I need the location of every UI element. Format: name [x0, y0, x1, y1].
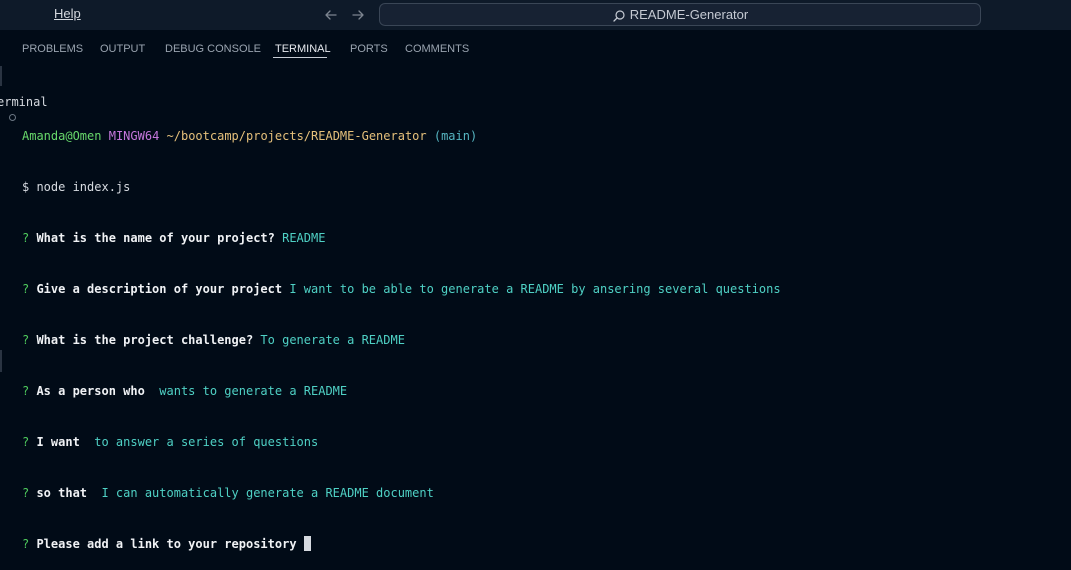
- qa-question: What is the name of your project?: [36, 231, 283, 245]
- qa-marker: ?: [22, 537, 37, 551]
- terminal-command: $ node index.js: [22, 180, 131, 194]
- terminal-output[interactable]: Amanda@Omen MINGW64 ~/bootcamp/projects/…: [22, 94, 1062, 570]
- terminal-qa-line: ? so that I can automatically generate a…: [22, 485, 1062, 502]
- qa-question: What is the project challenge?: [36, 333, 261, 347]
- qa-answer: wants to generate a README: [159, 384, 348, 398]
- prompt-path: ~/bootcamp/projects/README-Generator: [166, 129, 427, 143]
- search-icon: [612, 8, 626, 22]
- qa-marker: ?: [22, 333, 37, 347]
- tab-comments[interactable]: COMMENTS: [405, 42, 469, 56]
- qa-marker: ?: [22, 435, 37, 449]
- menu-help[interactable]: Help: [54, 6, 81, 22]
- terminal-qa-line: ? What is the name of your project? READ…: [22, 230, 1062, 247]
- prompt-user: Amanda@Omen: [22, 129, 102, 143]
- qa-marker: ?: [22, 231, 37, 245]
- terminal-qa-line: ? Give a description of your project I w…: [22, 281, 1062, 298]
- terminal-qa-line: ? As a person who wants to generate a RE…: [22, 383, 1062, 400]
- menu-help-label: Help: [54, 6, 81, 21]
- qa-question: Give a description of your project: [36, 282, 290, 296]
- panel-tab-bar: PROBLEMS OUTPUT DEBUG CONSOLE TERMINAL P…: [0, 30, 1071, 64]
- scrollbar-marker: [0, 350, 2, 372]
- qa-question: Please add a link to your repository: [36, 537, 304, 551]
- terminal-prompt-line: Amanda@Omen MINGW64 ~/bootcamp/projects/…: [22, 128, 1062, 145]
- terminal-qa-line: ? I want to answer a series of questions: [22, 434, 1062, 451]
- qa-answer: README: [282, 231, 326, 245]
- prompt-branch: (main): [433, 129, 478, 143]
- arrow-left-icon[interactable]: [321, 6, 341, 24]
- command-decoration-icon[interactable]: [9, 114, 16, 121]
- qa-answer: to answer a series of questions: [94, 435, 319, 449]
- terminal-command-line: $ node index.js: [22, 179, 1062, 196]
- arrow-right-icon[interactable]: [348, 6, 368, 24]
- qa-question: I want: [36, 435, 95, 449]
- terminal-qa-line: ? Please add a link to your repository: [22, 536, 1062, 553]
- scrollbar-marker: [0, 66, 2, 86]
- qa-question: As a person who: [36, 384, 160, 398]
- qa-marker: ?: [22, 486, 37, 500]
- qa-marker: ?: [22, 282, 37, 296]
- tab-problems[interactable]: PROBLEMS: [22, 42, 83, 56]
- tab-ports[interactable]: PORTS: [350, 42, 388, 56]
- qa-answer: I can automatically generate a README do…: [101, 486, 434, 500]
- title-bar: erminal Help README-Generator: [0, 0, 1071, 109]
- active-tab-indicator: [273, 57, 327, 58]
- qa-question: so that: [36, 486, 102, 500]
- qa-answer: I want to be able to generate a README b…: [289, 282, 781, 296]
- prompt-host: MINGW64: [108, 129, 160, 143]
- tab-debug-console[interactable]: DEBUG CONSOLE: [165, 42, 261, 56]
- terminal-cursor: [303, 536, 311, 551]
- qa-answer: To generate a README: [260, 333, 405, 347]
- tab-terminal[interactable]: TERMINAL: [275, 42, 331, 56]
- command-center-search[interactable]: README-Generator: [379, 3, 981, 26]
- tab-output[interactable]: OUTPUT: [100, 42, 145, 56]
- command-center-label: README-Generator: [629, 7, 749, 22]
- terminal-qa-line: ? What is the project challenge? To gene…: [22, 332, 1062, 349]
- qa-marker: ?: [22, 384, 37, 398]
